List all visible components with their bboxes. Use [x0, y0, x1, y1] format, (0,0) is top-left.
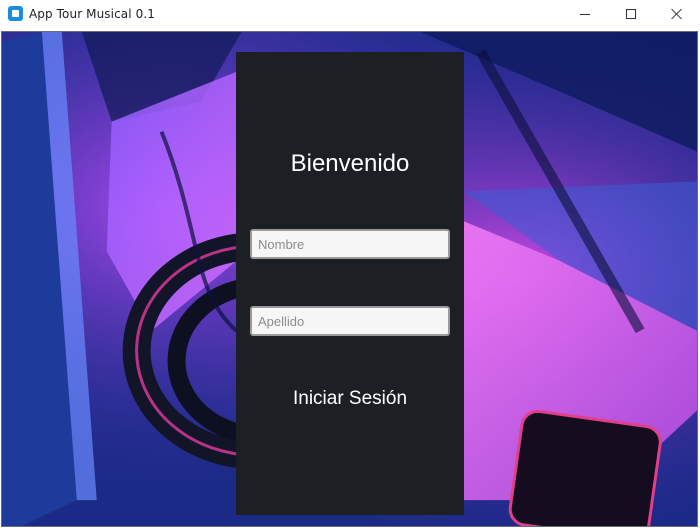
close-button[interactable]	[654, 0, 700, 28]
minimize-button[interactable]	[562, 0, 608, 28]
close-icon	[671, 8, 683, 20]
welcome-heading: Bienvenido	[290, 150, 410, 177]
maximize-button[interactable]	[608, 0, 654, 28]
window-content: Bienvenido Iniciar Sesión	[1, 31, 698, 527]
maximize-icon	[626, 9, 636, 19]
window-title: App Tour Musical 0.1	[29, 7, 155, 21]
login-panel: Bienvenido Iniciar Sesión	[236, 52, 464, 515]
login-button[interactable]: Iniciar Sesión	[250, 384, 450, 414]
last-name-input[interactable]	[250, 306, 450, 336]
first-name-input[interactable]	[250, 229, 450, 259]
app-icon	[8, 6, 23, 21]
title-bar[interactable]: App Tour Musical 0.1	[0, 0, 700, 28]
minimize-icon	[580, 13, 590, 15]
